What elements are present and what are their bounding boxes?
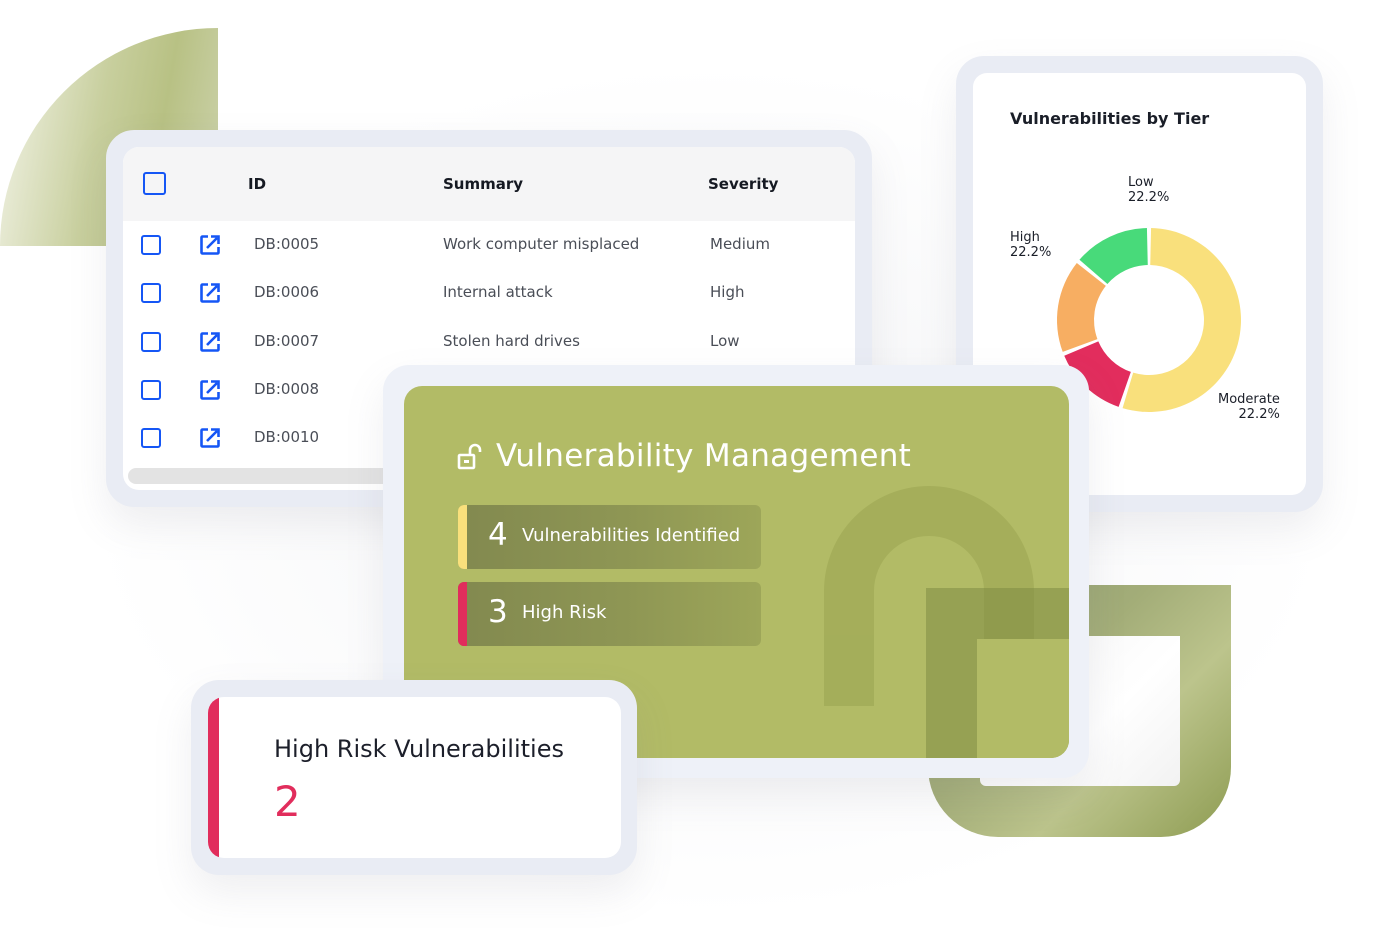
label-low-name: Low (1128, 175, 1154, 190)
label-low-pct: 22.2% (1128, 190, 1170, 205)
external-link-icon[interactable] (199, 282, 221, 304)
label-low: Low 22.2% (1128, 175, 1169, 205)
cell-id: DB:0008 (254, 379, 320, 398)
risk-value: 2 (274, 777, 301, 826)
column-header-summary[interactable]: Summary (443, 175, 523, 193)
risk-accent-bar (208, 697, 219, 858)
cell-summary: Internal attack (443, 283, 553, 302)
management-title: Vulnerability Management (496, 438, 912, 474)
stat-accent-bar (458, 505, 467, 569)
external-link-icon[interactable] (199, 379, 221, 401)
cell-severity: Low (710, 331, 740, 350)
label-moderate-pct: 22.2% (1238, 407, 1280, 422)
column-header-id[interactable]: ID (248, 175, 266, 193)
row-checkbox[interactable] (141, 331, 161, 352)
background-lock-cutout (977, 639, 1069, 758)
label-moderate: Moderate 22.2% (1218, 392, 1280, 422)
unlock-icon (457, 443, 482, 470)
cell-id: DB:0010 (254, 428, 320, 447)
stat-label: Vulnerabilities Identified (522, 525, 741, 546)
high-risk-panel[interactable]: High Risk Vulnerabilities 2 (208, 697, 621, 858)
column-header-severity[interactable]: Severity (708, 175, 778, 193)
stat-high-risk[interactable]: 3 High Risk (458, 582, 761, 646)
table-row[interactable]: DB:0005 Work computer misplaced Medium (123, 221, 855, 269)
external-link-icon[interactable] (199, 427, 221, 449)
row-checkbox[interactable] (141, 379, 161, 400)
cell-severity: High (710, 283, 745, 302)
label-high: High 22.2% (1010, 230, 1051, 260)
cell-id: DB:0005 (254, 235, 320, 253)
table-row[interactable]: DB:0006 Internal attack High (123, 269, 855, 317)
stat-value: 3 (488, 594, 508, 630)
external-link-icon[interactable] (199, 234, 221, 256)
external-link-icon[interactable] (199, 331, 221, 353)
donut-slice-high[interactable] (1057, 262, 1106, 352)
cell-id: DB:0006 (254, 283, 320, 302)
stat-label: High Risk (522, 602, 607, 623)
label-high-pct: 22.2% (1010, 245, 1052, 260)
row-checkbox[interactable] (141, 235, 161, 255)
high-risk-card: High Risk Vulnerabilities 2 (191, 680, 637, 875)
select-all-checkbox[interactable] (143, 172, 166, 195)
cell-severity: Medium (710, 235, 770, 253)
row-checkbox[interactable] (141, 283, 161, 304)
cell-id: DB:0007 (254, 331, 320, 350)
row-checkbox[interactable] (141, 428, 161, 449)
table-row[interactable]: DB:0007 Stolen hard drives Low (123, 318, 855, 366)
label-high-name: High (1010, 230, 1040, 245)
cell-summary: Work computer misplaced (443, 235, 640, 253)
cell-summary: Stolen hard drives (443, 331, 580, 350)
table-header: ID Summary Severity (123, 147, 855, 221)
risk-title: High Risk Vulnerabilities (274, 735, 564, 763)
stat-vulnerabilities-identified[interactable]: 4 Vulnerabilities Identified (458, 505, 761, 569)
stat-accent-bar (458, 582, 467, 646)
label-moderate-name: Moderate (1218, 392, 1280, 407)
stat-value: 4 (488, 517, 508, 553)
